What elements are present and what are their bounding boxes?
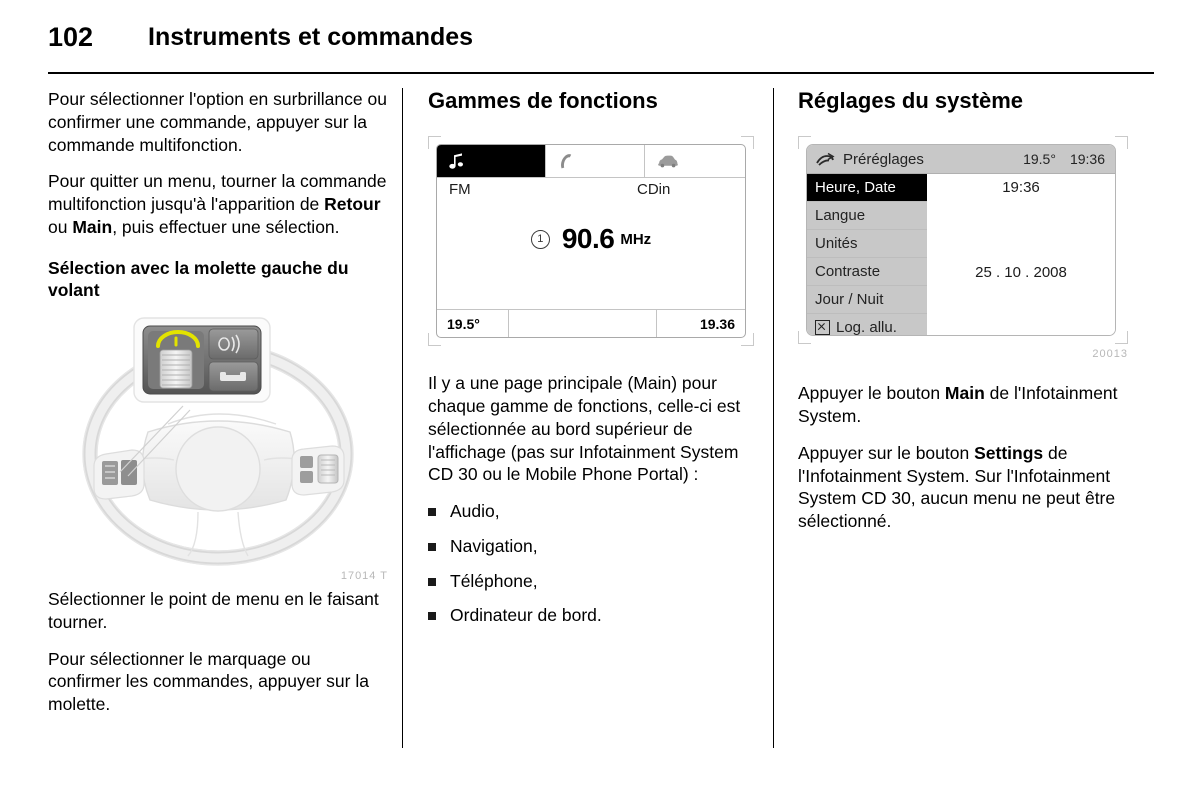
- keyword-retour: Retour: [324, 194, 381, 214]
- header-divider-rule: [48, 72, 1154, 74]
- settings-values-pane: 19:36 25 . 10 . 2008: [927, 174, 1115, 336]
- lcd-clock: 19.36: [699, 315, 735, 332]
- settings-header-bar: Préréglages 19.5° 19:36: [807, 145, 1115, 175]
- menu-item-contraste[interactable]: Contraste: [807, 258, 927, 287]
- menu-item-jour-nuit[interactable]: Jour / Nuit: [807, 286, 927, 315]
- corner-tick-top-right: [1115, 136, 1128, 150]
- column-right: Réglages du système Préréglages 19.5° 19…: [798, 88, 1128, 547]
- menu-item-log-allu[interactable]: Log. allu.: [807, 314, 927, 336]
- menu-item-label: Heure, Date: [815, 179, 896, 197]
- infotainment-settings-screen: Préréglages 19.5° 19:36 Heure, Date Lang…: [806, 144, 1116, 337]
- keyword-settings-button: Settings: [974, 442, 1044, 463]
- lcd-status-bar: 19.5° 19.36: [437, 309, 745, 338]
- list-item: Ordinateur de bord.: [428, 604, 754, 627]
- tab-vehicle[interactable]: [645, 145, 745, 177]
- music-note-icon: [449, 153, 463, 170]
- page-header: 102 Instruments et commandes: [0, 0, 1200, 78]
- phone-handset-icon: [561, 154, 572, 169]
- column-middle: Gammes de fonctions FM CDin 1 90.6 MHz 1…: [428, 88, 754, 639]
- menu-item-langue[interactable]: Langue: [807, 202, 927, 231]
- manual-page: 102 Instruments et commandes Pour sélect…: [0, 0, 1200, 802]
- steering-wheel-svg: [48, 314, 388, 566]
- menu-item-label: Log. allu.: [836, 319, 897, 337]
- figure-radio-display: FM CDin 1 90.6 MHz 19.5° 19.36: [428, 136, 754, 347]
- press-settings-text-1: Appuyer sur le bouton: [798, 442, 975, 463]
- paragraph-main-page: Il y a une page principale (Main) pour c…: [428, 373, 741, 485]
- lcd-frequency-area: 1 90.6 MHz: [437, 217, 745, 261]
- lcd-source-cd: CDin: [637, 181, 671, 199]
- settings-title: Préréglages: [843, 150, 924, 168]
- corner-tick-bottom-right: [1115, 331, 1128, 345]
- list-item: Audio,: [428, 500, 754, 523]
- paragraph-press-main-button: Appuyer le bouton Main de l'Infotainment…: [798, 382, 1128, 428]
- list-item-label: Navigation,: [450, 535, 538, 556]
- settings-body: Heure, Date Langue Unités Contraste Jour…: [807, 174, 1115, 336]
- lcd-frequency-unit: MHz: [620, 230, 652, 248]
- menu-item-heure-date[interactable]: Heure, Date: [807, 174, 927, 203]
- column-divider-2: [773, 88, 774, 748]
- menu-item-label: Langue: [815, 207, 866, 225]
- figure-caption-settings: 20013: [1092, 348, 1128, 361]
- infotainment-radio-screen: FM CDin 1 90.6 MHz 19.5° 19.36: [436, 144, 746, 339]
- menu-item-label: Contraste: [815, 263, 881, 281]
- settings-display-frame: Préréglages 19.5° 19:36 Heure, Date Lang…: [798, 136, 1128, 345]
- steering-wheel-illustration: [48, 314, 388, 566]
- bullet-square-icon: [428, 612, 436, 621]
- section-title-system-settings: Réglages du système: [798, 88, 1023, 113]
- list-item: Navigation,: [428, 535, 754, 558]
- exit-menu-text-2: ou: [48, 216, 73, 237]
- checkbox-checked-icon[interactable]: [815, 320, 830, 336]
- settings-header-right: 19.5° 19:36: [1023, 151, 1115, 167]
- keyword-main: Main: [72, 216, 113, 237]
- page-title: Instruments et commandes: [148, 23, 474, 51]
- press-main-text-1: Appuyer le bouton: [798, 383, 945, 404]
- lcd-outside-temperature: 19.5°: [437, 310, 509, 338]
- bullet-square-icon: [428, 542, 436, 551]
- menu-item-label: Jour / Nuit: [815, 291, 884, 309]
- settings-slider-icon: [815, 152, 835, 167]
- lcd-status-middle-segment: [509, 310, 657, 338]
- list-item: Téléphone,: [428, 570, 754, 593]
- column-divider-1: [402, 88, 403, 748]
- car-icon: [658, 155, 678, 168]
- paragraph-exit-menu: Pour quitter un menu, tourner la command…: [48, 170, 388, 238]
- list-item-label: Téléphone,: [450, 570, 538, 591]
- lcd-frequency-value: 90.6: [561, 223, 615, 255]
- paragraph-confirm-commands: Pour sélectionner le marquage ou confirm…: [48, 648, 369, 715]
- subheading-left-wheel-selection: Sélection avec la molette gauche du vola…: [48, 257, 349, 301]
- lcd-source-band: FM: [449, 181, 471, 199]
- bullet-square-icon: [428, 508, 436, 517]
- paragraph-select-menu-item: Sélectionner le point de menu en le fais…: [48, 589, 379, 632]
- keyword-main-button: Main: [944, 383, 985, 404]
- column-left: Pour sélectionner l'option en surbrillan…: [48, 88, 388, 730]
- lcd-preset-number: 1: [530, 229, 550, 249]
- figure-steering-wheel: 17014 T: [48, 314, 388, 582]
- section-title-function-ranges: Gammes de fonctions: [428, 88, 658, 113]
- page-number: 102: [48, 22, 94, 52]
- settings-temperature: 19.5°: [1023, 151, 1056, 168]
- tab-audio[interactable]: [437, 145, 545, 178]
- paragraph-select-option: Pour sélectionner l'option en surbrillan…: [48, 89, 387, 155]
- lcd-source-row: FM CDin: [437, 178, 745, 204]
- settings-clock: 19:36: [1069, 151, 1105, 168]
- list-item-label: Ordinateur de bord.: [450, 605, 602, 626]
- settings-value-date: 25 . 10 . 2008: [975, 264, 1067, 282]
- tab-phone[interactable]: [545, 145, 645, 178]
- settings-value-time: 19:36: [1002, 179, 1040, 197]
- function-ranges-list: Audio, Navigation, Téléphone, Ordinateur…: [428, 500, 754, 627]
- bullet-square-icon: [428, 577, 436, 586]
- radio-display-frame: FM CDin 1 90.6 MHz 19.5° 19.36: [428, 136, 754, 347]
- figure-caption-steering-wheel: 17014 T: [340, 570, 388, 582]
- lcd-tab-bar: [437, 145, 745, 179]
- paragraph-press-settings-button: Appuyer sur le bouton Settings de l'Info…: [798, 442, 1128, 533]
- figure-settings-display: Préréglages 19.5° 19:36 Heure, Date Lang…: [798, 136, 1128, 360]
- exit-menu-text-3: , puis effectuer une sélection.: [112, 216, 340, 237]
- menu-item-label: Unités: [815, 235, 858, 253]
- list-item-label: Audio,: [450, 501, 500, 522]
- menu-item-unites[interactable]: Unités: [807, 230, 927, 259]
- settings-menu-list: Heure, Date Langue Unités Contraste Jour…: [807, 174, 927, 336]
